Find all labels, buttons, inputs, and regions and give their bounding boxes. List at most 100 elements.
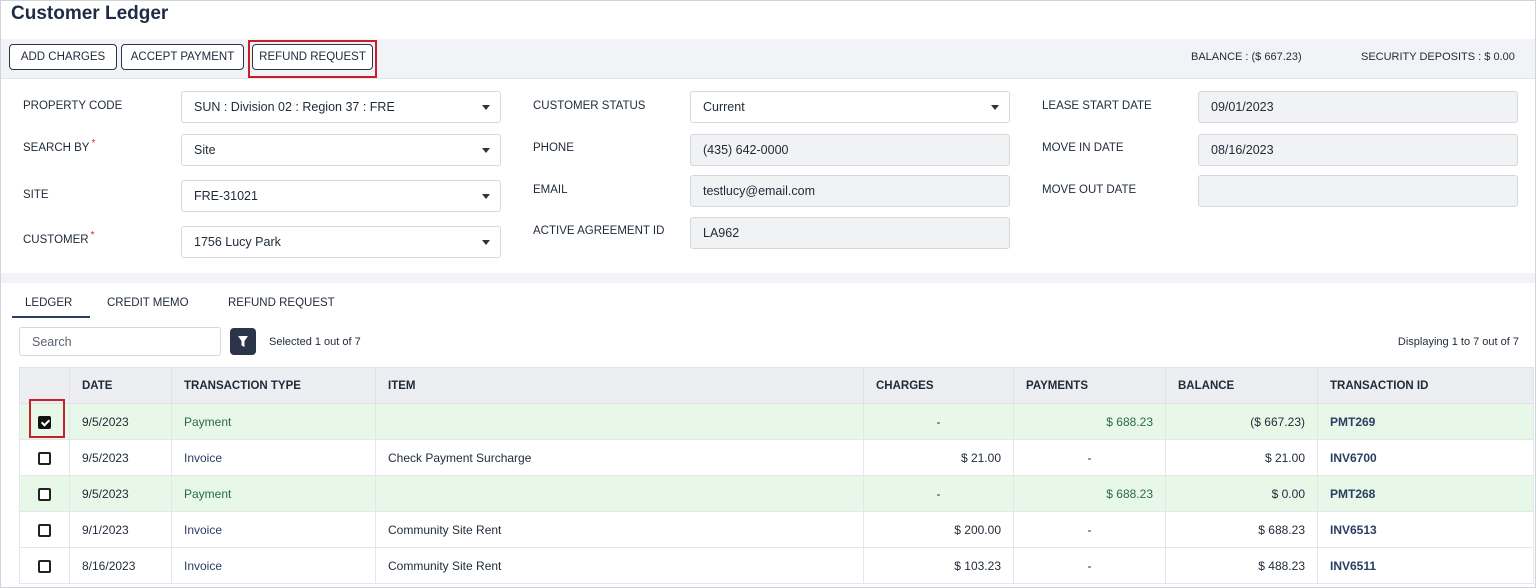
move-out-date-field[interactable] (1198, 175, 1518, 207)
column-header-charges[interactable]: CHARGES (863, 367, 1014, 404)
balance-cell: $ 488.23 (1165, 547, 1318, 584)
column-header-item[interactable]: ITEM (375, 367, 864, 404)
phone-label: PHONE (533, 142, 574, 154)
transaction-type-cell: Invoice (171, 547, 376, 584)
search-by-label: SEARCH BY * (23, 138, 95, 154)
tab-ledger[interactable]: LEDGER (25, 297, 72, 309)
transaction-id-link[interactable]: PMT269 (1317, 403, 1534, 440)
item-cell (375, 475, 864, 512)
payments-cell: - (1013, 439, 1166, 476)
row-checkbox[interactable] (38, 487, 51, 501)
payments-cell: $ 688.23 (1013, 403, 1166, 440)
customer-value: 1756 Lucy Park (194, 235, 281, 249)
active-agreement-id-field[interactable]: LA962 (690, 217, 1010, 249)
active-agreement-id-label: ACTIVE AGREEMENT ID (533, 225, 665, 237)
tab-refund-request[interactable]: REFUND REQUEST (228, 297, 335, 309)
table-header-row: DATE TRANSACTION TYPE ITEM CHARGES PAYME… (19, 367, 1534, 404)
item-cell: Community Site Rent (375, 511, 864, 548)
item-cell: Community Site Rent (375, 547, 864, 584)
date-cell: 8/16/2023 (69, 547, 172, 584)
transaction-id-link[interactable]: PMT268 (1317, 475, 1534, 512)
charges-cell: $ 103.23 (863, 547, 1014, 584)
tab-credit-memo[interactable]: CREDIT MEMO (107, 297, 189, 309)
date-cell: 9/5/2023 (69, 475, 172, 512)
search-by-select[interactable]: Site (181, 134, 501, 166)
row-select-cell[interactable] (19, 511, 70, 548)
payments-cell: $ 688.23 (1013, 475, 1166, 512)
lease-start-date-field[interactable]: 09/01/2023 (1198, 91, 1518, 123)
customer-details-form: PROPERTY CODE SUN : Division 02 : Region… (7, 80, 1531, 273)
column-header-date[interactable]: DATE (69, 367, 172, 404)
balance-cell: $ 0.00 (1165, 475, 1318, 512)
balance-cell: ($ 667.23) (1165, 403, 1318, 440)
page-title: Customer Ledger (11, 3, 169, 24)
row-select-cell[interactable] (19, 547, 70, 584)
transaction-type-cell: Invoice (171, 511, 376, 548)
transaction-type-cell: Invoice (171, 439, 376, 476)
site-label: SITE (23, 189, 49, 201)
charges-cell: - (863, 475, 1014, 512)
site-select[interactable]: FRE-31021 (181, 180, 501, 212)
search-by-value: Site (194, 143, 216, 157)
table-row[interactable]: 9/5/2023 Invoice Check Payment Surcharge… (19, 439, 1534, 476)
transaction-id-link[interactable]: INV6511 (1317, 547, 1534, 584)
transaction-id-link[interactable]: INV6700 (1317, 439, 1534, 476)
chevron-down-icon (482, 194, 490, 199)
table-row[interactable]: 9/5/2023 Payment - $ 688.23 ($ 667.23) P… (19, 403, 1534, 440)
active-tab-indicator (12, 316, 90, 318)
balance-cell: $ 688.23 (1165, 511, 1318, 548)
chevron-down-icon (482, 240, 490, 245)
table-row[interactable]: 9/1/2023 Invoice Community Site Rent $ 2… (19, 511, 1534, 548)
ledger-table: DATE TRANSACTION TYPE ITEM CHARGES PAYME… (19, 367, 1534, 584)
column-header-transaction-type[interactable]: TRANSACTION TYPE (171, 367, 376, 404)
balance-cell: $ 21.00 (1165, 439, 1318, 476)
accept-payment-button[interactable]: ACCEPT PAYMENT (121, 44, 244, 70)
transaction-type-cell: Payment (171, 403, 376, 440)
search-input[interactable] (19, 327, 221, 356)
property-code-select[interactable]: SUN : Division 02 : Region 37 : FRE (181, 91, 501, 123)
move-in-date-field[interactable]: 08/16/2023 (1198, 134, 1518, 166)
row-checkbox[interactable] (38, 451, 51, 465)
email-field[interactable]: testlucy@email.com (690, 175, 1010, 207)
payments-cell: - (1013, 511, 1166, 548)
charges-cell: $ 21.00 (863, 439, 1014, 476)
customer-select[interactable]: 1756 Lucy Park (181, 226, 501, 258)
charges-cell: - (863, 403, 1014, 440)
charges-cell: $ 200.00 (863, 511, 1014, 548)
refund-request-highlight (248, 40, 377, 78)
display-count: Displaying 1 to 7 out of 7 (1397, 336, 1519, 348)
payments-cell: - (1013, 547, 1166, 584)
date-cell: 9/5/2023 (69, 439, 172, 476)
site-value: FRE-31021 (194, 189, 258, 203)
required-marker: * (91, 138, 96, 149)
property-code-value: SUN : Division 02 : Region 37 : FRE (194, 100, 395, 114)
chevron-down-icon (482, 105, 490, 110)
table-row[interactable]: 8/16/2023 Invoice Community Site Rent $ … (19, 547, 1534, 584)
date-cell: 9/5/2023 (69, 403, 172, 440)
security-deposits-label: SECURITY DEPOSITS : $ 0.00 (1361, 51, 1515, 63)
phone-field[interactable]: (435) 642-0000 (690, 134, 1010, 166)
move-out-date-label: MOVE OUT DATE (1042, 184, 1137, 196)
row-checkbox[interactable] (38, 559, 51, 573)
column-header-transaction-id[interactable]: TRANSACTION ID (1317, 367, 1534, 404)
row-select-cell[interactable] (19, 475, 70, 512)
item-cell: Check Payment Surcharge (375, 439, 864, 476)
selection-count: Selected 1 out of 7 (269, 336, 361, 348)
date-cell: 9/1/2023 (69, 511, 172, 548)
lease-start-date-label: LEASE START DATE (1042, 100, 1152, 112)
checkbox-highlight (29, 399, 65, 438)
column-header-balance[interactable]: BALANCE (1165, 367, 1318, 404)
column-header-payments[interactable]: PAYMENTS (1013, 367, 1166, 404)
section-divider (1, 273, 1535, 283)
row-checkbox[interactable] (38, 523, 51, 537)
transaction-type-cell: Payment (171, 475, 376, 512)
add-charges-button[interactable]: ADD CHARGES (9, 44, 117, 70)
chevron-down-icon (991, 105, 999, 110)
transaction-id-link[interactable]: INV6513 (1317, 511, 1534, 548)
filter-button[interactable] (230, 328, 256, 355)
filter-icon (238, 336, 248, 347)
row-select-cell[interactable] (19, 439, 70, 476)
required-marker: * (90, 230, 95, 241)
customer-status-select[interactable]: Current (690, 91, 1010, 123)
table-row[interactable]: 9/5/2023 Payment - $ 688.23 $ 0.00 PMT26… (19, 475, 1534, 512)
